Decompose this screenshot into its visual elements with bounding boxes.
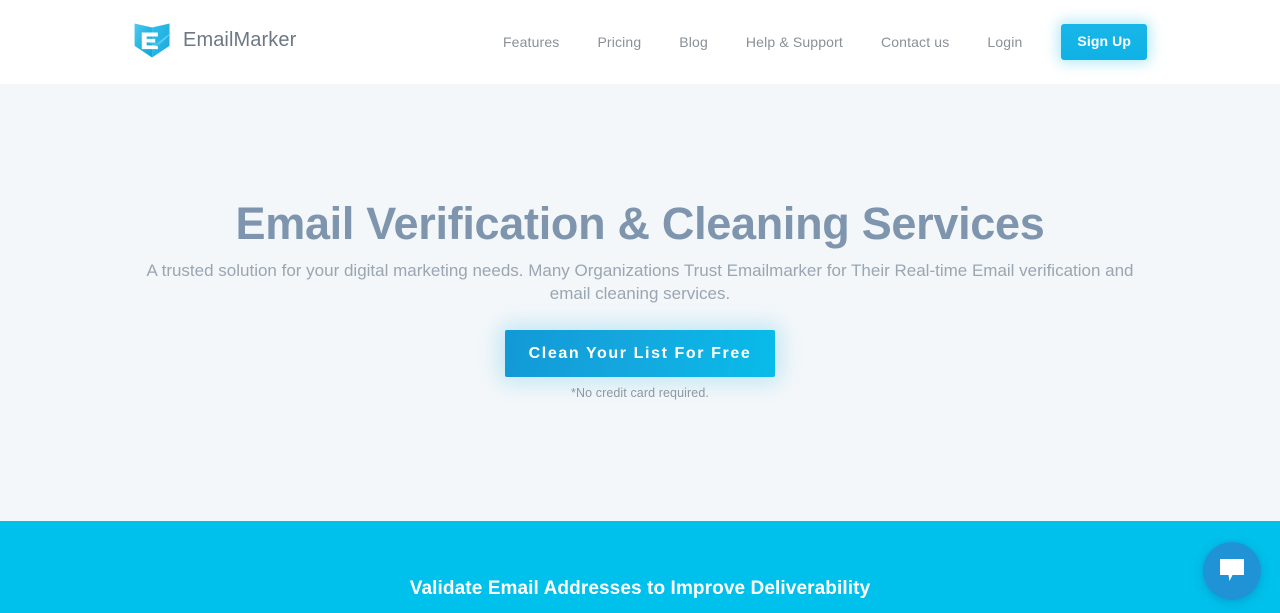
site-header: EmailMarker Features Pricing Blog Help &…: [0, 0, 1280, 84]
hero-title: Email Verification & Cleaning Services: [235, 198, 1045, 249]
sign-up-button[interactable]: Sign Up: [1061, 24, 1147, 60]
band-title: Validate Email Addresses to Improve Deli…: [409, 578, 871, 599]
chat-widget-button[interactable]: [1203, 542, 1261, 600]
nav-item-help-support[interactable]: Help & Support: [727, 32, 862, 52]
nav-item-login[interactable]: Login: [968, 32, 1041, 52]
landing-page: EmailMarker Features Pricing Blog Help &…: [0, 0, 1280, 613]
nav-item-features[interactable]: Features: [484, 32, 578, 52]
brand-logo-link[interactable]: EmailMarker: [131, 19, 296, 62]
deliverability-band: Validate Email Addresses to Improve Deli…: [0, 521, 1280, 613]
hero-section: Email Verification & Cleaning Services A…: [0, 84, 1280, 521]
brand-name: EmailMarker: [183, 29, 297, 51]
nav-item-blog[interactable]: Blog: [660, 32, 727, 52]
no-credit-card-note: *No credit card required.: [571, 386, 709, 400]
clean-your-list-button[interactable]: Clean Your List For Free: [505, 330, 775, 377]
hero-subtitle: A trusted solution for your digital mark…: [146, 261, 1134, 303]
nav-item-pricing[interactable]: Pricing: [578, 32, 660, 52]
main-navigation: Features Pricing Blog Help & Support Con…: [484, 0, 1280, 84]
nav-item-contact-us[interactable]: Contact us: [862, 32, 968, 52]
shield-check-logo-icon: [134, 23, 173, 58]
chat-bubble-icon: [1220, 559, 1244, 581]
